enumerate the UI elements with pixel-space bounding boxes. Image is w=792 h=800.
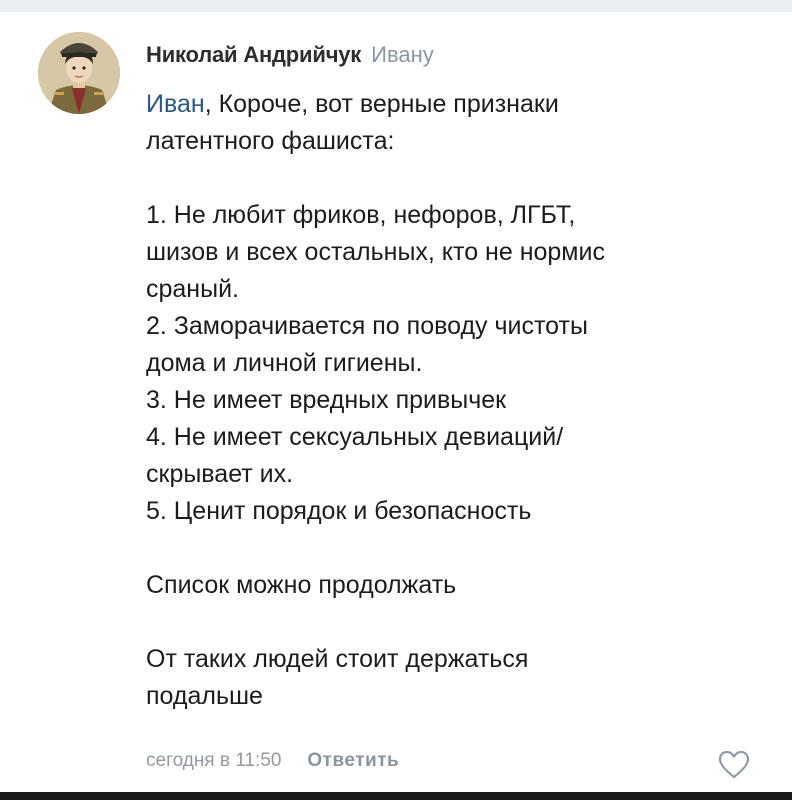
timestamp[interactable]: сегодня в 11:50 bbox=[146, 750, 281, 771]
top-divider bbox=[0, 0, 792, 12]
comment: Николай Андрийчук Ивану Иван, Короче, вот… bbox=[0, 12, 792, 792]
reply-to-link[interactable]: Ивану bbox=[371, 42, 434, 67]
comment-line: скрывает их. bbox=[146, 460, 294, 488]
comment-line: латентного фашиста: bbox=[146, 127, 395, 155]
comment-line: дома и личной гигиены. bbox=[146, 349, 423, 377]
author-line: Николай Андрийчук Ивану bbox=[146, 42, 434, 68]
author-name[interactable]: Николай Андрийчук bbox=[146, 42, 361, 67]
comment-line: Список можно продолжать bbox=[146, 571, 457, 599]
comment-line: 2. Заморачивается по поводу чистоты bbox=[146, 312, 588, 340]
avatar[interactable] bbox=[38, 32, 120, 114]
bottom-bar bbox=[0, 792, 792, 800]
comment-line: 5. Ценит порядок и безопасность bbox=[146, 497, 532, 525]
comment-line: Иван, Короче, вот верные признаки bbox=[146, 86, 766, 123]
comment-footer: сегодня в 11:50 Ответить bbox=[146, 750, 399, 772]
reply-button[interactable]: Ответить bbox=[307, 750, 399, 771]
comment-line: 3. Не имеет вредных привычек bbox=[146, 386, 507, 414]
comment-line: 4. Не имеет сексуальных девиаций/ bbox=[146, 423, 564, 451]
comment-line: сраный. bbox=[146, 275, 239, 303]
like-button[interactable] bbox=[718, 750, 750, 780]
comment-line: подальше bbox=[146, 682, 263, 710]
comment-line: 1. Не любит фриков, нефоров, ЛГБТ, bbox=[146, 201, 576, 229]
mention-link[interactable]: Иван bbox=[146, 90, 205, 118]
comment-line: От таких людей стоит держаться bbox=[146, 645, 529, 673]
comment-text: Иван, Короче, вот верные признаки латент… bbox=[146, 86, 766, 715]
comment-line: шизов и всех остальных, кто не нормис bbox=[146, 238, 605, 266]
avatar-portrait-icon bbox=[38, 32, 120, 114]
heart-icon bbox=[718, 750, 750, 779]
comment-line-text: , Короче, вот верные признаки bbox=[204, 90, 559, 118]
